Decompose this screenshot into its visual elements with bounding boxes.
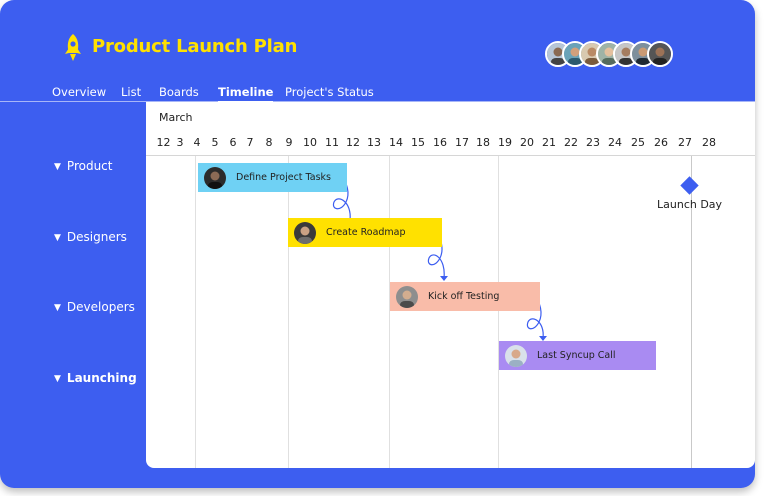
day-label: 18 [476, 136, 490, 149]
task-create-roadmap[interactable]: Create Roadmap [288, 218, 442, 247]
milestone-label: Launch Day [657, 198, 723, 211]
day-label: 11 [325, 136, 339, 149]
day-label: 20 [520, 136, 534, 149]
day-label: 28 [702, 136, 716, 149]
month-label: March [159, 111, 193, 124]
task-kick-off-testing[interactable]: Kick off Testing [390, 282, 540, 311]
grid-line [288, 156, 289, 468]
caret-down-icon: ▼ [54, 374, 61, 384]
day-label: 23 [586, 136, 600, 149]
task-label: Create Roadmap [326, 227, 406, 238]
day-label: 16 [433, 136, 447, 149]
group-developers[interactable]: ▼ Developers [54, 300, 135, 314]
day-label: 14 [389, 136, 403, 149]
avatar [294, 221, 316, 244]
day-label: 9 [285, 136, 293, 149]
group-label: Developers [66, 300, 135, 314]
day-label: 26 [654, 136, 668, 149]
tab-projects-status[interactable]: Project's Status [285, 85, 374, 99]
day-label: 25 [631, 136, 645, 149]
day-label: 8 [265, 136, 273, 149]
grid-line [195, 156, 196, 468]
group-label: Designers [66, 230, 127, 244]
task-last-syncup-call[interactable]: Last Syncup Call [499, 341, 656, 370]
caret-down-icon: ▼ [54, 303, 61, 313]
day-label: 10 [303, 136, 317, 149]
tab-timeline[interactable]: Timeline [218, 85, 274, 103]
grid-line [498, 156, 499, 468]
day-label: 7 [246, 136, 254, 149]
avatar [204, 166, 226, 189]
tab-list[interactable]: List [121, 85, 141, 99]
day-label: 12 [346, 136, 360, 149]
day-label: 4 [193, 136, 201, 149]
group-designers[interactable]: ▼ Designers [54, 230, 127, 244]
day-label: 13 [367, 136, 381, 149]
avatar[interactable] [647, 41, 673, 67]
avatar [505, 344, 527, 367]
group-launching[interactable]: ▼ Launching [54, 371, 137, 385]
page-title: Product Launch Plan [92, 36, 298, 57]
day-label: 5 [211, 136, 219, 149]
group-product[interactable]: ▼ Product [54, 159, 112, 173]
day-label: 22 [564, 136, 578, 149]
rocket-icon [65, 34, 81, 61]
avatar [396, 285, 418, 308]
day-label: 15 [411, 136, 425, 149]
header-divider [146, 155, 755, 156]
day-label: 17 [455, 136, 469, 149]
milestone-diamond-icon[interactable] [680, 176, 699, 195]
tab-boards[interactable]: Boards [159, 85, 199, 99]
day-label: 27 [678, 136, 692, 149]
caret-down-icon: ▼ [54, 233, 61, 243]
timeline-panel: March 1 2 3 4 5 6 7 8 9 10 11 12 13 14 15 16 17 18 19 20 21 2… [146, 102, 755, 468]
day-label: 19 [498, 136, 512, 149]
group-label: Product [66, 159, 113, 173]
group-label: Launching [66, 371, 137, 385]
task-label: Kick off Testing [428, 291, 500, 302]
task-label: Last Syncup Call [537, 350, 616, 361]
day-label: 24 [608, 136, 622, 149]
task-define-project-tasks[interactable]: Define Project Tasks [198, 163, 347, 192]
app-window: Product Launch Plan Overview List Boards… [0, 0, 755, 488]
tab-overview[interactable]: Overview [52, 85, 106, 99]
task-label: Define Project Tasks [236, 172, 332, 183]
day-label: 21 [542, 136, 556, 149]
grid-line [389, 156, 390, 468]
caret-down-icon: ▼ [54, 162, 61, 172]
